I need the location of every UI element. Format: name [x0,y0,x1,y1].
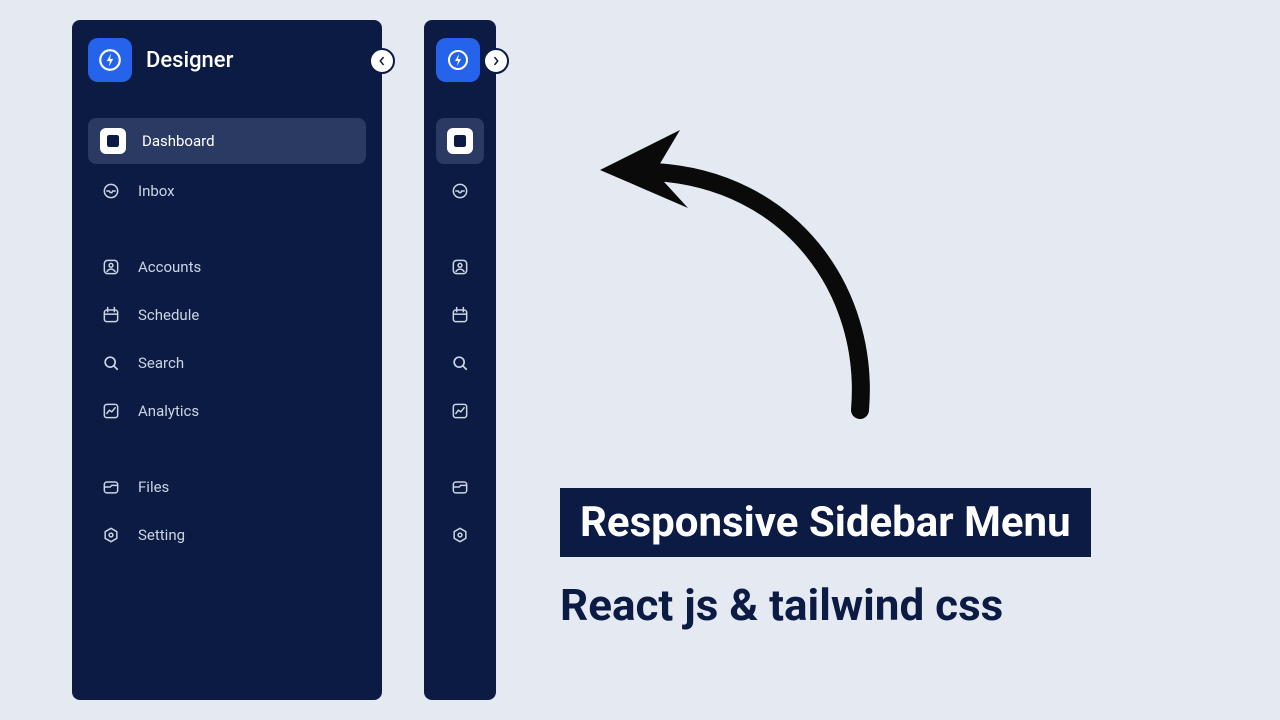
logo [436,38,480,82]
inbox-icon [100,180,122,202]
calendar-icon [100,304,122,326]
sidebar-item-label: Setting [138,526,185,544]
logo [88,38,132,82]
sidebar-item-inbox[interactable] [436,170,484,212]
collapse-button[interactable] [369,48,395,74]
sidebar-expanded: Designer Dashboard Inbox Accounts Schedu… [72,20,382,700]
lightning-icon [446,48,470,72]
calendar-icon [449,304,471,326]
headline-title: Responsive Sidebar Menu [560,488,1091,557]
menu-group-1 [436,118,484,218]
arrow-graphic [560,90,900,430]
sidebar-item-analytics[interactable] [436,390,484,432]
headline-subtitle: React js & tailwind css [560,579,1091,631]
brand [436,38,484,82]
sidebar-item-accounts[interactable] [436,246,484,288]
analytics-icon [449,400,471,422]
menu-group-2 [436,246,484,438]
sidebar-item-setting[interactable] [436,514,484,556]
sidebar-collapsed [424,20,496,700]
menu-group-2: Accounts Schedule Search Analytics [88,246,366,438]
sidebar-item-search[interactable] [436,342,484,384]
search-icon [100,352,122,374]
inbox-icon [449,180,471,202]
sidebar-item-analytics[interactable]: Analytics [88,390,366,432]
settings-icon [449,524,471,546]
sidebar-item-schedule[interactable] [436,294,484,336]
sidebar-item-inbox[interactable]: Inbox [88,170,366,212]
sidebar-item-label: Schedule [138,306,199,324]
bar-chart-icon [100,128,126,154]
sidebar-item-label: Search [138,354,184,372]
chevron-right-icon [489,54,503,68]
sidebar-item-accounts[interactable]: Accounts [88,246,366,288]
lightning-icon [97,47,123,73]
sidebar-item-label: Accounts [138,258,201,276]
sidebar-item-files[interactable]: Files [88,466,366,508]
folder-icon [100,476,122,498]
bar-chart-icon [447,128,473,154]
sidebar-item-files[interactable] [436,466,484,508]
chevron-left-icon [375,54,389,68]
sidebar-item-dashboard[interactable]: Dashboard [88,118,366,164]
sidebar-item-setting[interactable]: Setting [88,514,366,556]
brand-name: Designer [146,48,233,73]
user-icon [100,256,122,278]
folder-icon [449,476,471,498]
brand: Designer [88,38,366,82]
search-icon [449,352,471,374]
headline: Responsive Sidebar Menu React js & tailw… [560,488,1091,631]
menu-group-3 [436,466,484,562]
sidebar-item-search[interactable]: Search [88,342,366,384]
menu-group-3: Files Setting [88,466,366,562]
sidebar-item-dashboard[interactable] [436,118,484,164]
menu-group-1: Dashboard Inbox [88,118,366,218]
user-icon [449,256,471,278]
sidebar-item-label: Dashboard [142,132,215,150]
sidebar-item-label: Analytics [138,402,199,420]
expand-button[interactable] [483,48,509,74]
sidebar-item-label: Inbox [138,182,175,200]
analytics-icon [100,400,122,422]
settings-icon [100,524,122,546]
sidebar-item-label: Files [138,478,169,496]
sidebar-item-schedule[interactable]: Schedule [88,294,366,336]
